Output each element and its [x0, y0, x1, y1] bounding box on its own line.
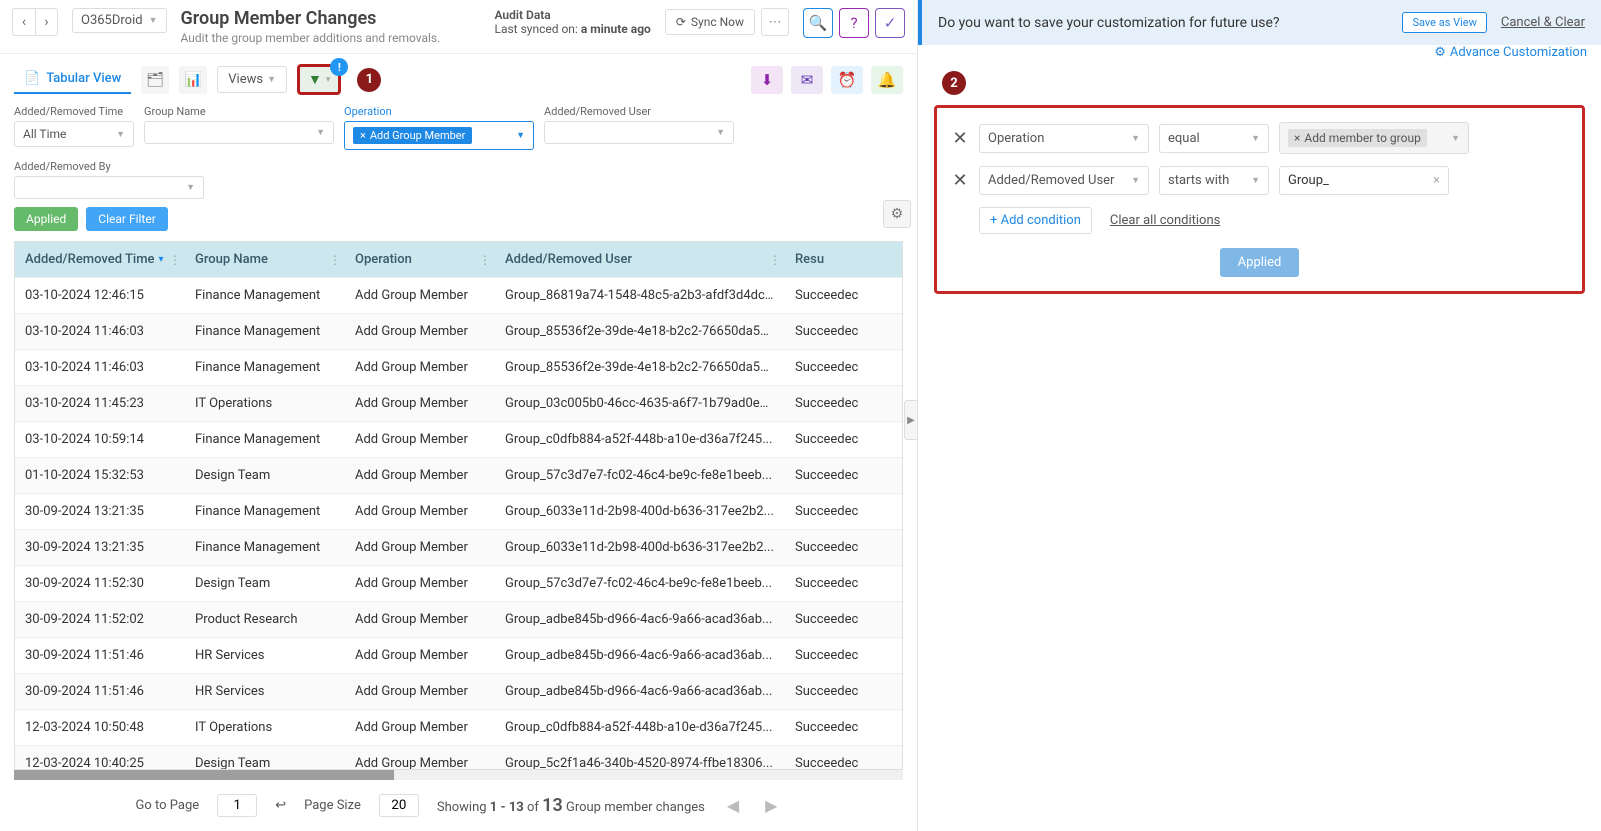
advance-customization-link[interactable]: ⚙ Advance Customization [1434, 45, 1587, 60]
more-menu[interactable]: ⋯ [761, 8, 789, 36]
table-row[interactable]: 03-10-2024 10:59:14Finance ManagementAdd… [15, 421, 902, 457]
table-row[interactable]: 30-09-2024 11:52:30Design TeamAdd Group … [15, 565, 902, 601]
table-row[interactable]: 30-09-2024 13:21:35Finance ManagementAdd… [15, 493, 902, 529]
page-next[interactable]: ▶ [761, 796, 781, 815]
search-icon[interactable]: 🔍 [803, 8, 833, 38]
nav-forward[interactable]: › [35, 9, 57, 35]
col-group[interactable]: Group Name⋮ [185, 242, 345, 277]
help-icon[interactable]: ? [839, 8, 869, 38]
page-title: Group Member Changes [181, 8, 481, 29]
filter-time[interactable]: All Time▼ [14, 121, 134, 147]
funnel-icon: ▼ [308, 71, 322, 88]
schedule-icon[interactable]: ⏰ [831, 66, 863, 94]
cond1-field[interactable]: Operation▼ [979, 124, 1149, 153]
nav-back[interactable]: ‹ [13, 9, 35, 35]
expand-panel-icon[interactable]: ▶ [904, 400, 918, 440]
table-row[interactable]: 03-10-2024 12:46:15Finance ManagementAdd… [15, 277, 902, 313]
applied-button[interactable]: Applied [14, 207, 78, 231]
sync-now-button[interactable]: ⟳ Sync Now [665, 9, 755, 35]
table-settings-icon[interactable]: ⚙ [883, 200, 911, 228]
add-condition-button[interactable]: + Add condition [979, 207, 1092, 234]
cond1-value[interactable]: × Add member to group▼ [1279, 122, 1469, 154]
download-icon[interactable]: ⬇ [751, 66, 783, 94]
table-row[interactable]: 03-10-2024 11:46:03Finance ManagementAdd… [15, 349, 902, 385]
conditions-applied-button[interactable]: Applied [1220, 248, 1300, 277]
cond2-operator[interactable]: starts with▼ [1159, 166, 1269, 195]
views-dropdown[interactable]: Views ▼ [217, 66, 287, 93]
org-selector[interactable]: O365Droid▼ [72, 8, 167, 33]
filter-badge: ! [330, 58, 348, 76]
col-user[interactable]: Added/Removed User⋮ [495, 242, 785, 277]
table-row[interactable]: 03-10-2024 11:45:23IT OperationsAdd Grou… [15, 385, 902, 421]
tab-tabular-view[interactable]: 📄 Tabular View [14, 65, 131, 94]
remove-condition-1[interactable]: ✕ [951, 128, 969, 149]
table-row[interactable]: 03-10-2024 11:46:03Finance ManagementAdd… [15, 313, 902, 349]
table-header: Added/Removed Time ▾⋮ Group Name⋮ Operat… [15, 242, 902, 277]
page-prev[interactable]: ◀ [723, 796, 743, 815]
filter-user[interactable]: ▼ [544, 121, 734, 144]
callout-1: 1 [357, 68, 381, 92]
page-subtitle: Audit the group member additions and rem… [181, 31, 481, 45]
cond1-operator[interactable]: equal▼ [1159, 124, 1269, 153]
table-row[interactable]: 12-03-2024 10:50:48IT OperationsAdd Grou… [15, 709, 902, 745]
filter-group[interactable]: ▼ [144, 121, 334, 144]
cond2-field[interactable]: Added/Removed User▼ [979, 166, 1149, 195]
table-row[interactable]: 30-09-2024 11:52:02Product ResearchAdd G… [15, 601, 902, 637]
col-time[interactable]: Added/Removed Time ▾⋮ [15, 242, 185, 277]
filter-operation[interactable]: × Add Group Member▼ [344, 121, 534, 150]
h-scrollbar[interactable] [14, 770, 903, 780]
validate-icon[interactable]: ✓ [875, 8, 905, 38]
save-banner-text: Do you want to save your customization f… [938, 15, 1280, 31]
col-result[interactable]: Resu [785, 242, 875, 277]
clear-filter-button[interactable]: Clear Filter [86, 207, 168, 231]
remove-condition-2[interactable]: ✕ [951, 170, 969, 191]
mail-icon[interactable]: ✉ [791, 66, 823, 94]
save-as-view-button[interactable]: Save as View [1402, 12, 1486, 33]
clear-all-conditions-link[interactable]: Clear all conditions [1110, 213, 1220, 228]
page-size-input[interactable] [379, 794, 419, 817]
page-input[interactable] [217, 794, 257, 817]
table-row[interactable]: 30-09-2024 13:21:35Finance ManagementAdd… [15, 529, 902, 565]
results-table: Added/Removed Time ▾⋮ Group Name⋮ Operat… [14, 241, 903, 770]
audit-info: Audit Data Last synced on: a minute ago [494, 8, 650, 36]
col-operation[interactable]: Operation⋮ [345, 242, 495, 277]
filter-button[interactable]: ▼▾ ! [297, 64, 341, 95]
table-row[interactable]: 01-10-2024 15:32:53Design TeamAdd Group … [15, 457, 902, 493]
table-row[interactable]: 30-09-2024 11:51:46HR ServicesAdd Group … [15, 637, 902, 673]
cancel-clear-link[interactable]: Cancel & Clear [1501, 15, 1585, 30]
table-row[interactable]: 12-03-2024 10:40:25Design TeamAdd Group … [15, 745, 902, 770]
cond2-value[interactable]: Group_× [1279, 166, 1449, 195]
tab-tree-icon[interactable]: 🗂 [141, 66, 169, 94]
alert-icon[interactable]: 🔔 [871, 66, 903, 94]
callout-2: 2 [942, 71, 966, 95]
table-row[interactable]: 30-09-2024 11:51:46HR ServicesAdd Group … [15, 673, 902, 709]
tab-chart-icon[interactable]: 📊 [179, 66, 207, 94]
page-go-icon[interactable]: ↩ [275, 798, 286, 813]
filter-by[interactable]: ▼ [14, 176, 204, 199]
